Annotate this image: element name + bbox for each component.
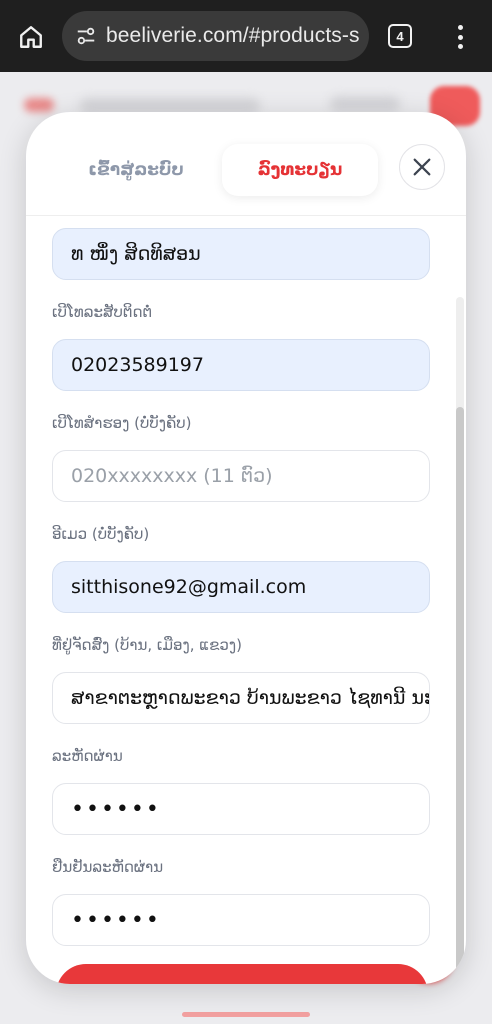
email-label: ອີເມວ (ບໍ່ບັງຄັບ) xyxy=(52,525,150,543)
confirm-password-label: ຢືນຢັນລະຫັດຜ່ານ xyxy=(52,858,164,876)
tab-login[interactable]: ເຂົ້າສູ່ລະບົບ xyxy=(62,144,210,196)
browser-toolbar: beeliverie.com/#products-s 4 xyxy=(0,0,492,72)
phone-label: ເບີໂທລະສັບຕິດຕໍ່ xyxy=(52,303,153,321)
confirm-password-field[interactable]: •••••• xyxy=(52,894,430,946)
full-name-field[interactable]: ທ ໜຶ່ງ ສິດທິສອນ xyxy=(52,228,430,280)
close-button[interactable] xyxy=(399,144,445,190)
register-submit-button[interactable] xyxy=(56,964,428,984)
address-label: ທີ່ຢູ່ຈັດສົ່ງ (ບ້ານ, ເມືອງ, ແຂວງ) xyxy=(52,636,242,654)
address-field[interactable]: ສາຂາຕະຫຼາດພະຂາວ ບ້ານພະຂາວ ໄຊທານີ ນະຄອນຫຼ… xyxy=(52,672,430,724)
blurred-icons xyxy=(330,96,400,112)
close-icon xyxy=(413,158,431,176)
password-label: ລະຫັດຜ່ານ xyxy=(52,747,123,765)
home-icon[interactable] xyxy=(14,20,48,54)
blurred-home-indicator xyxy=(182,1012,310,1017)
url-text: beeliverie.com/#products-s xyxy=(106,24,360,47)
password-field[interactable]: •••••• xyxy=(52,783,430,835)
backup-phone-field[interactable]: 020xxxxxxxx (11 ຕົວ) xyxy=(52,450,430,502)
site-settings-icon[interactable] xyxy=(74,24,98,48)
blurred-logo xyxy=(24,98,54,112)
more-menu-icon[interactable] xyxy=(450,22,470,52)
register-modal: ເຂົ້າສູ່ລະບົບ ລົງທະບຽນ ທ ໜຶ່ງ ສິດທິສອນ ເ… xyxy=(26,112,466,984)
backup-phone-label: ເບີໂທສຳຮອງ (ບໍ່ບັງຄັບ) xyxy=(52,414,192,432)
email-field[interactable]: sitthisone92@gmail.com xyxy=(52,561,430,613)
tab-switcher-button[interactable]: 4 xyxy=(388,24,412,48)
address-bar[interactable]: beeliverie.com/#products-s xyxy=(62,11,369,61)
register-form: ທ ໜຶ່ງ ສິດທິສອນ ເບີໂທລະສັບຕິດຕໍ່ 0202358… xyxy=(26,217,466,984)
tab-register[interactable]: ລົງທະບຽນ xyxy=(222,144,378,196)
phone-field[interactable]: 02023589197 xyxy=(52,339,430,391)
scrollbar-thumb[interactable] xyxy=(456,407,464,984)
modal-header: ເຂົ້າສູ່ລະບົບ ລົງທະບຽນ xyxy=(26,112,466,216)
